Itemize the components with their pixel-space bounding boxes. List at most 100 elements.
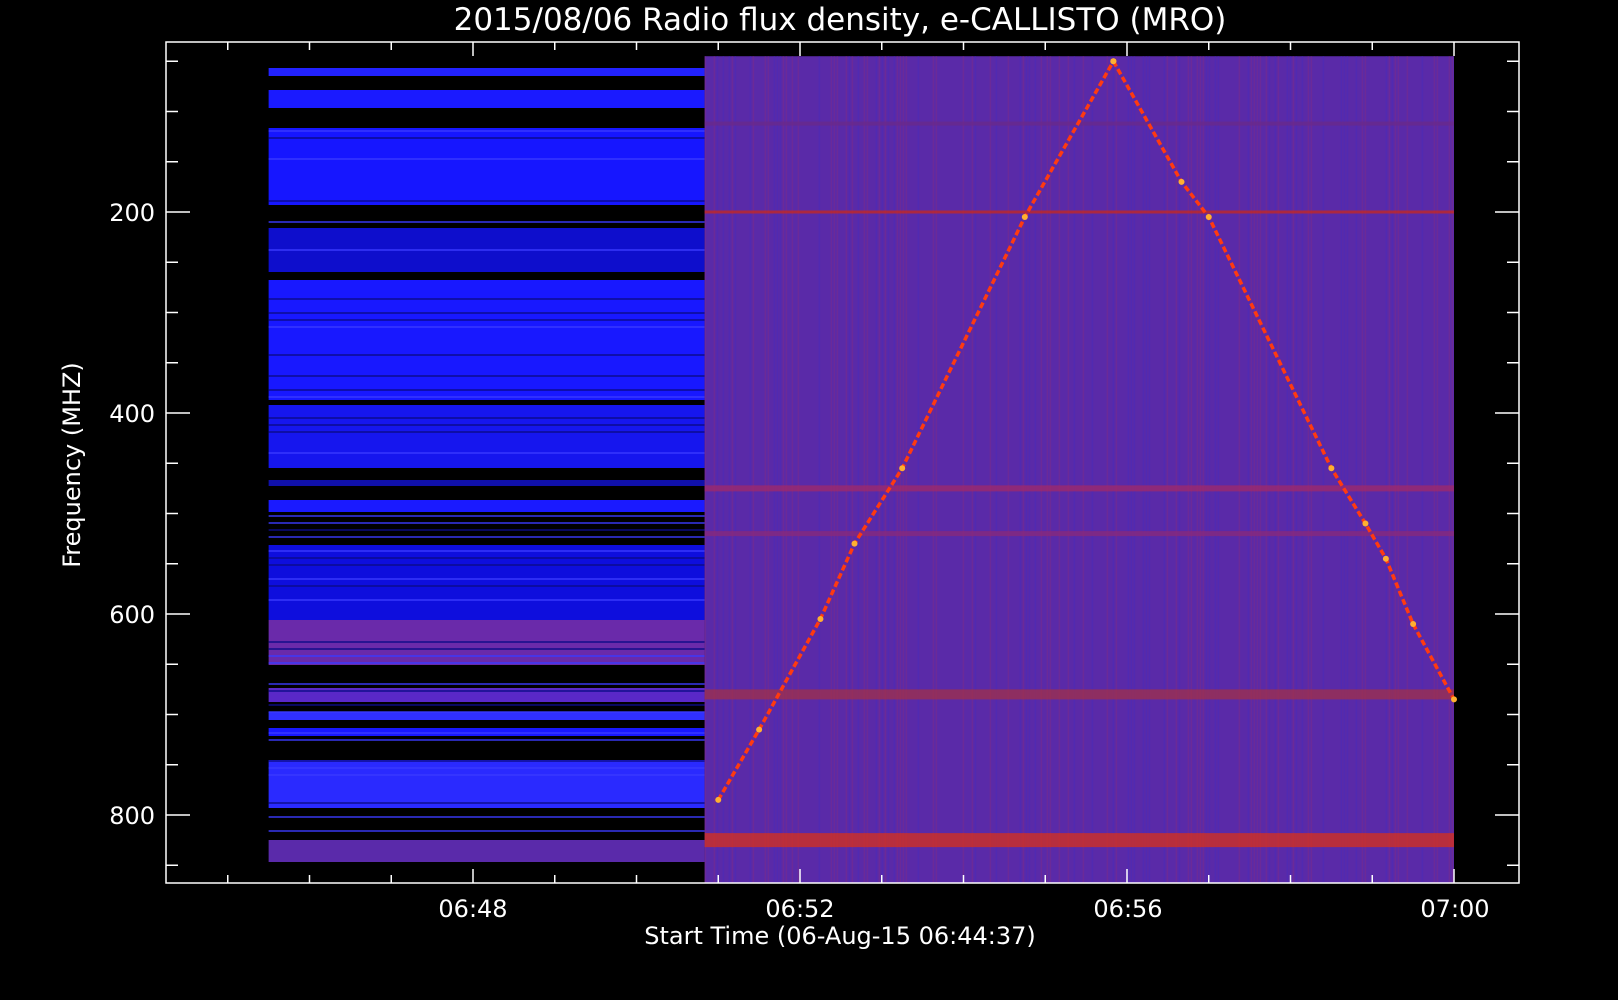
noise-column xyxy=(1256,56,1259,883)
noise-column xyxy=(1397,56,1400,883)
noise-column xyxy=(1214,56,1217,883)
noise-column xyxy=(848,56,851,883)
channel-stripe xyxy=(268,767,705,769)
noise-column xyxy=(713,56,716,883)
noise-column xyxy=(716,56,719,883)
noise-column xyxy=(1388,56,1391,883)
noise-column xyxy=(1307,56,1310,883)
y-tick-label: 400 xyxy=(109,400,155,428)
burst-point xyxy=(715,796,722,803)
channel-band xyxy=(268,128,705,205)
channel-stripe xyxy=(268,431,705,433)
noise-column xyxy=(881,56,884,883)
noise-column xyxy=(1040,56,1043,883)
noise-column xyxy=(1208,56,1211,883)
channel-stripe xyxy=(268,137,705,139)
noise-column xyxy=(995,56,998,883)
noise-column xyxy=(1274,56,1277,883)
x-tick-label: 06:56 xyxy=(1093,895,1162,923)
noise-column xyxy=(1451,56,1454,883)
channel-stripe xyxy=(268,564,705,566)
noise-column xyxy=(1217,56,1220,883)
chart-title: 2015/08/06 Radio flux density, e-CALLIST… xyxy=(454,2,1227,38)
channel-band xyxy=(268,500,705,512)
noise-column xyxy=(1073,56,1076,883)
noise-column xyxy=(1130,56,1133,883)
noise-column xyxy=(1250,56,1253,883)
spectrogram-figure: 2015/08/06 Radio flux density, e-CALLIST… xyxy=(0,0,1568,969)
rfi-band xyxy=(704,531,1454,537)
noise-column xyxy=(1265,56,1268,883)
noise-column xyxy=(1205,56,1208,883)
x-tick-label: 06:48 xyxy=(438,895,507,923)
channel-band xyxy=(268,712,705,720)
noise-column xyxy=(1340,56,1343,883)
channel-stripe xyxy=(268,830,705,832)
channel-stripe xyxy=(268,452,705,454)
noise-column xyxy=(773,56,776,883)
noise-column xyxy=(851,56,854,883)
channel-stripe xyxy=(268,585,705,587)
rfi-band xyxy=(704,833,1454,848)
x-axis-label: Start Time (06-Aug-15 06:44:37) xyxy=(644,922,1036,950)
noise-column xyxy=(1391,56,1394,883)
noise-column xyxy=(1364,56,1367,883)
channel-stripe xyxy=(268,389,705,391)
noise-column xyxy=(1406,56,1409,883)
noise-column xyxy=(1436,56,1439,883)
channel-stripe xyxy=(268,683,705,685)
noise-column xyxy=(866,56,869,883)
noise-column xyxy=(1247,56,1250,883)
noise-column xyxy=(893,56,896,883)
channel-stripe xyxy=(268,312,705,314)
noise-column xyxy=(1196,56,1199,883)
noise-column xyxy=(1361,56,1364,883)
noise-column xyxy=(1202,56,1205,883)
noise-column xyxy=(836,56,839,883)
noise-column xyxy=(767,56,770,883)
channel-stripe xyxy=(268,711,705,713)
noise-column xyxy=(1199,56,1202,883)
noise-column xyxy=(932,56,935,883)
noise-column xyxy=(989,56,992,883)
noise-column xyxy=(863,56,866,883)
channel-stripe xyxy=(268,417,705,419)
noise-column xyxy=(974,56,977,883)
noise-column xyxy=(1022,56,1025,883)
channel-stripe xyxy=(268,802,705,804)
noise-column xyxy=(857,56,860,883)
noise-column xyxy=(1166,56,1169,883)
noise-column xyxy=(1394,56,1397,883)
noise-column xyxy=(1346,56,1349,883)
y-tick-label: 600 xyxy=(109,601,155,629)
noise-column xyxy=(752,56,755,883)
channel-stripe xyxy=(268,354,705,356)
noise-column xyxy=(1175,56,1178,883)
channel-stripe xyxy=(268,662,705,664)
channel-stripe xyxy=(268,158,705,160)
noise-column xyxy=(1355,56,1358,883)
channel-band xyxy=(268,545,705,620)
channel-stripe xyxy=(268,326,705,328)
noise-column xyxy=(782,56,785,883)
channel-stripe xyxy=(268,536,705,538)
noise-column xyxy=(1028,56,1031,883)
noise-column xyxy=(1448,56,1451,883)
channel-stripe xyxy=(268,249,705,251)
noise-column xyxy=(1238,56,1241,883)
channel-stripe xyxy=(268,298,705,300)
noise-column xyxy=(785,56,788,883)
y-tick-label: 200 xyxy=(109,199,155,227)
spectrogram-data xyxy=(268,56,1457,883)
rfi-band xyxy=(704,210,1454,214)
channel-stripe xyxy=(268,221,705,223)
noise-column xyxy=(731,56,734,883)
noise-column xyxy=(1187,56,1190,883)
noise-column xyxy=(1259,56,1262,883)
burst-point xyxy=(1178,178,1185,185)
noise-column xyxy=(797,56,800,883)
noise-column xyxy=(1025,56,1028,883)
noise-column xyxy=(1292,56,1295,883)
y-axis-label: Frequency (MHZ) xyxy=(58,362,86,568)
burst-point xyxy=(1410,621,1417,628)
